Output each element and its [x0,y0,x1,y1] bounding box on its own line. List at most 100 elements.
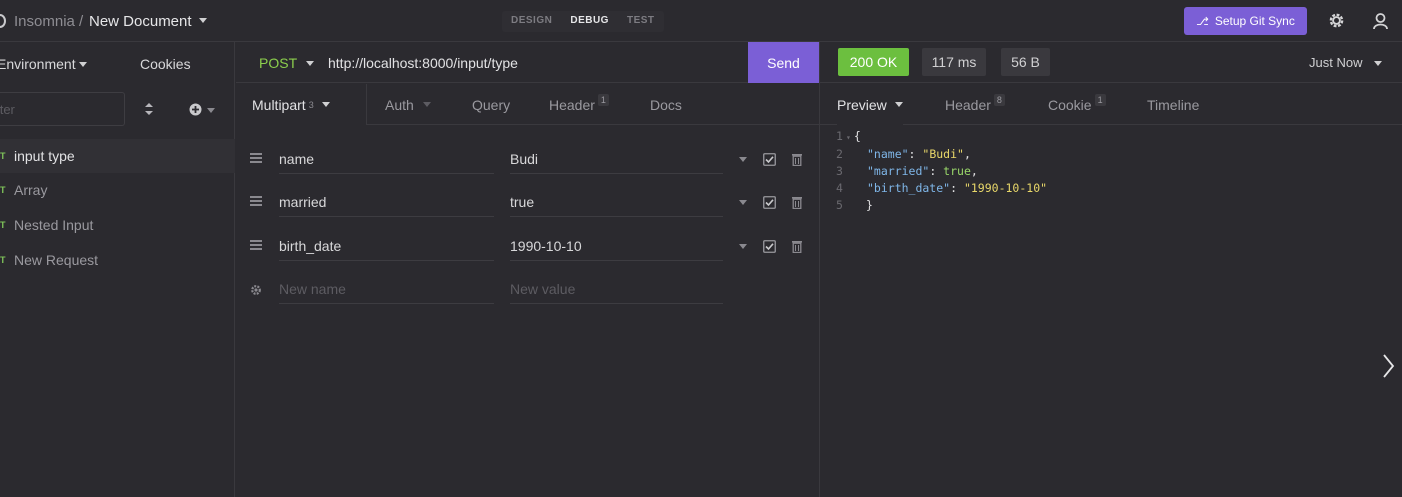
url-bar: POST http://localhost:8000/input/type [236,42,819,83]
settings-gear-icon[interactable] [250,284,262,296]
git-branch-icon: ⎇ [1196,15,1209,28]
code-line: 3 "married": true, [836,164,978,178]
filter-input[interactable]: Filter [0,92,125,126]
tab-debug[interactable]: DEBUG [561,11,618,32]
cookies-button[interactable]: Cookies [140,56,191,72]
auth-dropdown-icon[interactable] [422,102,431,107]
environment-dropdown-icon[interactable] [79,62,87,67]
line-number: 2 [836,147,843,161]
param-name-input[interactable]: married [279,187,494,217]
history-dropdown-icon[interactable] [1374,61,1382,66]
tab-label: Cookie [1048,96,1092,113]
sort-icon[interactable] [144,102,154,116]
tab-multipart[interactable]: Multipart 3 [236,84,367,125]
trash-icon[interactable] [792,240,802,253]
chevron-right-icon[interactable] [1382,353,1395,379]
add-request-dropdown-icon[interactable] [207,108,215,113]
preview-mode-dropdown-icon[interactable] [894,102,903,107]
tab-test[interactable]: TEST [618,11,664,32]
tab-query[interactable]: Query [472,84,510,125]
tab-cookie[interactable]: Cookie 1 [1048,84,1106,125]
sidebar-item-label: New Request [14,252,99,268]
new-name-input[interactable]: New name [279,274,494,304]
tab-label: Auth [385,96,414,113]
method-selector[interactable]: POST [259,55,297,71]
tab-label: Header [945,96,991,113]
tab-auth[interactable]: Auth [385,84,431,125]
tab-label: Multipart [252,96,306,113]
tab-header[interactable]: Header 1 [549,84,609,125]
account-user-icon[interactable] [1372,12,1389,30]
checkbox-checked-icon[interactable] [763,196,776,209]
tab-timeline[interactable]: Timeline [1147,84,1199,125]
line-number: 4 [836,181,843,195]
tab-preview[interactable]: Preview [837,84,903,125]
new-param-row: New name New value [236,268,819,312]
drag-handle-icon[interactable] [250,153,262,163]
sidebar-item-array[interactable]: T Array [0,173,235,207]
tab-design[interactable]: DESIGN [502,11,561,32]
setup-git-sync-label: Setup Git Sync [1214,14,1295,28]
breadcrumb-separator: / [79,13,84,30]
response-body-viewer: 1 ▾{ 2 "name": "Budi", 3 "married": true, 4… [836,128,1047,214]
param-type-dropdown-icon[interactable] [739,157,747,162]
sidebar-item-new-request[interactable]: T New Request [0,243,235,277]
trash-icon[interactable] [792,196,802,209]
body-type-dropdown-icon[interactable] [321,102,330,107]
line-number: 3 [836,164,843,178]
response-size-badge: 56 B [1001,48,1050,76]
method-dropdown-icon[interactable] [306,61,314,66]
app-name[interactable]: Insomnia [14,13,75,30]
tab-response-header[interactable]: Header 8 [945,84,1005,125]
drag-handle-icon[interactable] [250,196,262,206]
param-row: birth_date 1990-10-10 [236,225,819,269]
status-badge: 200 OK [838,48,909,76]
drag-handle-icon[interactable] [250,240,262,250]
mode-tabs: DESIGN DEBUG TEST [502,11,664,32]
sidebar-item-label: input type [14,148,75,164]
tab-label: Header [549,96,595,113]
checkbox-checked-icon[interactable] [763,153,776,166]
line-number: 1 [836,129,843,143]
sidebar-item-input-type[interactable]: T input type [0,139,235,173]
history-dropdown[interactable]: Just Now [1309,55,1362,70]
param-type-dropdown-icon[interactable] [739,200,747,205]
setup-git-sync-button[interactable]: ⎇ Setup Git Sync [1184,7,1307,35]
response-status-bar: 200 OK 117 ms 56 B Just Now [820,42,1402,83]
settings-gear-icon[interactable] [1327,11,1346,30]
document-dropdown-icon[interactable] [199,18,207,23]
param-value-input[interactable]: 1990-10-10 [510,231,723,261]
param-type-dropdown-icon[interactable] [739,244,747,249]
send-button[interactable]: Send [748,42,819,83]
tab-label: Timeline [1147,96,1200,113]
insomnia-logo-icon [0,14,6,28]
param-name-input[interactable]: birth_date [279,231,494,261]
new-value-input[interactable]: New value [510,274,723,304]
code-line: 5} [836,198,873,212]
response-time-badge: 117 ms [922,48,986,76]
environment-selector[interactable]: Environment [0,56,76,72]
param-value-input[interactable]: Budi [510,144,723,174]
code-line: 2 "name": "Budi", [836,147,971,161]
sidebar-item-nested-input[interactable]: T Nested Input [0,208,235,242]
add-request-icon[interactable] [189,103,202,116]
trash-icon[interactable] [792,153,802,166]
tab-badge: 3 [308,99,314,110]
tab-label: Preview [837,96,887,113]
response-tabs: Preview Header 8 Cookie 1 Timeline [820,84,1402,125]
tab-docs[interactable]: Docs [650,84,682,125]
code-line: 1 ▾{ [836,129,861,143]
sidebar-item-label: Nested Input [14,217,94,233]
code-line: 4 "birth_date": "1990-10-10" [836,181,1048,195]
url-input[interactable]: http://localhost:8000/input/type [328,55,518,71]
top-bar: Insomnia / New Document DESIGN DEBUG TES… [0,0,1402,42]
method-badge: T [0,185,6,195]
tab-label: Docs [650,96,682,113]
fold-arrow-icon[interactable]: ▾ [846,133,851,142]
sidebar: Environment Cookies Filter T input type … [0,42,235,497]
param-name-input[interactable]: name [279,144,494,174]
checkbox-checked-icon[interactable] [763,240,776,253]
param-row: married true [236,181,819,225]
param-value-input[interactable]: true [510,187,723,217]
document-name[interactable]: New Document [89,13,192,30]
